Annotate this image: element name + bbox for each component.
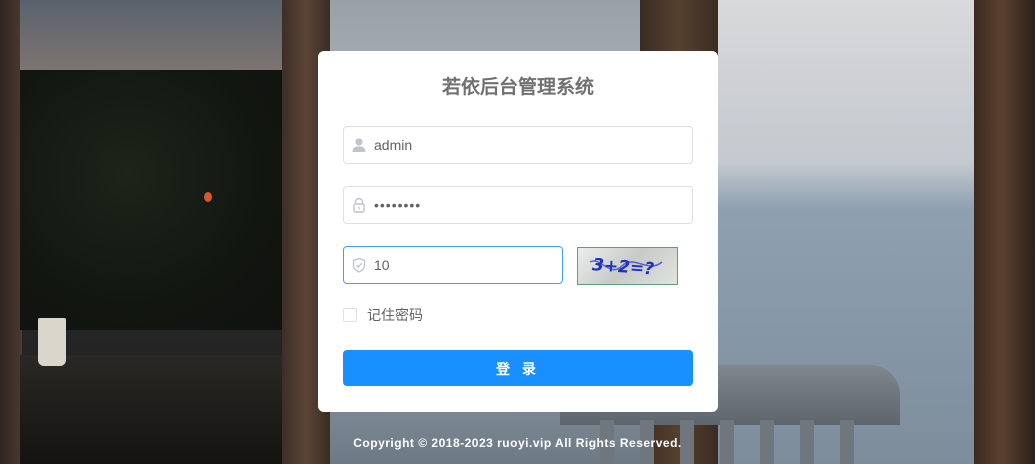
shield-check-icon	[350, 256, 368, 274]
login-card: 若依后台管理系统 admin •••••••• 10 3+2=? 记住密码 登 …	[318, 51, 718, 412]
captcha-text: 3+2=?	[591, 255, 654, 279]
password-field[interactable]: ••••••••	[343, 186, 693, 224]
username-field[interactable]: admin	[343, 126, 693, 164]
background-trees	[20, 70, 290, 330]
login-button[interactable]: 登 录	[343, 350, 693, 386]
page-title: 若依后台管理系统	[441, 77, 594, 98]
remember-label: 记住密码	[367, 307, 423, 323]
background-lamp	[204, 192, 212, 202]
captcha-field[interactable]: 10	[343, 246, 563, 284]
user-icon	[350, 136, 368, 154]
background-frame-right	[974, 0, 1035, 464]
captcha-image[interactable]: 3+2=?	[577, 247, 678, 285]
captcha-glyphs: 3+2=?	[589, 255, 663, 279]
captcha-value: 10	[374, 257, 390, 273]
copyright-footer: Copyright © 2018-2023 ruoyi.vip All Righ…	[353, 436, 682, 450]
background-cup	[38, 318, 66, 366]
lock-icon	[350, 196, 368, 214]
username-value: admin	[374, 137, 413, 153]
remember-password[interactable]: 记住密码	[343, 306, 423, 324]
password-value: ••••••••	[374, 197, 422, 213]
background-frame-left	[0, 0, 22, 464]
remember-checkbox[interactable]	[343, 308, 357, 322]
